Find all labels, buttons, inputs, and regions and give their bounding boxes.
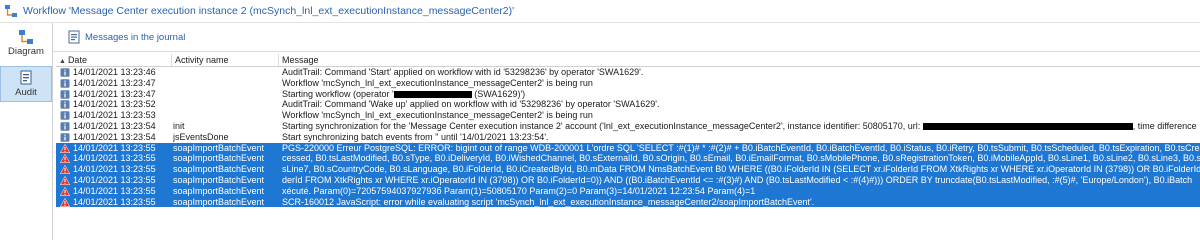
row-message: sLine7, B0.sCountryCode, B0.sLanguage, B… (282, 164, 1200, 175)
nav-audit-button[interactable]: Audit (0, 66, 52, 102)
nav-diagram-button[interactable]: Diagram (0, 26, 52, 62)
left-nav: Diagram Audit (0, 23, 53, 240)
table-row-error[interactable]: 14/01/2021 13:23:55 soapImportBatchEvent S… (56, 196, 1200, 208)
journal-icon[interactable] (67, 30, 81, 44)
row-activity: jsEventsDone (173, 131, 229, 142)
row-date: 14/01/2021 13:23:54 (73, 131, 156, 142)
row-message: PGS-220000 Erreur PostgreSQL: ERROR: big… (282, 142, 1200, 153)
row-date: 14/01/2021 13:23:52 (73, 99, 156, 110)
workflow-icon (4, 4, 18, 18)
row-message: Starting synchronization for the 'Messag… (282, 121, 1200, 132)
row-message-part: , time difference (1132, 120, 1197, 131)
row-message: Start synchronizing batch events from ''… (282, 131, 549, 142)
table-row-error[interactable]: 14/01/2021 13:23:55 soapImportBatchEvent s… (56, 164, 1200, 175)
row-date: 14/01/2021 13:23:47 (73, 77, 156, 88)
table-row[interactable]: 14/01/2021 13:23:54 jsEventsDone Start syn… (56, 132, 1200, 143)
row-message: SCR-160012 JavaScript: error while evalu… (282, 196, 815, 207)
row-date: 14/01/2021 13:23:53 (73, 110, 156, 121)
row-message-part: Starting synchronization for the 'Messag… (282, 120, 923, 131)
error-icon (59, 164, 71, 175)
row-activity: soapImportBatchEvent (173, 153, 265, 164)
row-date: 14/01/2021 13:23:55 (73, 196, 156, 207)
row-message: xécuté. Param(0)=7205759403792793б Param… (282, 185, 756, 196)
table-row[interactable]: 14/01/2021 13:23:54 init Starting synchron… (56, 121, 1200, 132)
nav-diagram-label: Diagram (8, 46, 44, 57)
info-icon (60, 100, 70, 110)
row-date: 14/01/2021 13:23:47 (73, 88, 156, 99)
table-row[interactable]: 14/01/2021 13:23:52 AuditTrail: Command '… (56, 99, 1200, 110)
row-activity: soapImportBatchEvent (173, 185, 265, 196)
row-message: Workflow 'mcSynch_lnl_ext_executionInsta… (282, 110, 593, 121)
error-icon (59, 143, 71, 153)
table-row-error[interactable]: 14/01/2021 13:23:55 soapImportBatchEvent P… (56, 142, 1200, 154)
row-date: 14/01/2021 13:23:46 (73, 67, 156, 77)
window-titlebar: Workflow 'Message Center execution insta… (0, 0, 1200, 23)
column-header-date-label: Date (67, 55, 87, 65)
info-icon (60, 122, 70, 131)
row-message: derId FROM XtkRights xr WHERE xr.iOperat… (282, 174, 1193, 185)
info-icon (60, 89, 70, 99)
column-header-activity[interactable]: Activity name (171, 54, 279, 66)
audit-grid: ▲ Date Activity name Message 14/01/2021 1… (56, 54, 1200, 240)
row-date: 14/01/2021 13:23:55 (73, 142, 156, 153)
audit-icon (18, 70, 34, 86)
info-icon (60, 79, 70, 88)
table-row[interactable]: 14/01/2021 13:23:46 AuditTrail: Command '… (56, 67, 1200, 78)
grid-header: ▲ Date Activity name Message (56, 54, 1200, 67)
sort-ascending-icon: ▲ (59, 58, 66, 65)
row-date: 14/01/2021 13:23:55 (73, 185, 156, 196)
row-date: 14/01/2021 13:23:55 (73, 153, 156, 164)
column-header-activity-label: Activity name (175, 55, 229, 65)
table-row-error[interactable]: 14/01/2021 13:23:55 soapImportBatchEvent c… (56, 153, 1200, 165)
table-row-error[interactable]: 14/01/2021 13:23:55 soapImportBatchEvent x… (56, 185, 1200, 197)
row-activity: soapImportBatchEvent (173, 196, 265, 207)
table-row-error[interactable]: 14/01/2021 13:23:55 soapImportBatchEvent d… (56, 174, 1200, 186)
table-row[interactable]: 14/01/2021 13:23:47 Starting workflow (op… (56, 89, 1200, 100)
row-activity: soapImportBatchEvent (173, 174, 265, 185)
row-message-part: Starting workflow (operator ' (282, 88, 394, 99)
row-message: Starting workflow (operator ' (SWA1629)'… (282, 89, 1200, 100)
error-icon (59, 154, 71, 164)
toolbar: Messages in the journal (53, 23, 1200, 52)
row-date: 14/01/2021 13:23:55 (73, 164, 156, 175)
column-header-message[interactable]: Message (278, 54, 1200, 66)
error-icon (59, 197, 71, 207)
error-icon (59, 175, 71, 185)
window-title: Workflow 'Message Center execution insta… (23, 5, 515, 17)
table-row[interactable]: 14/01/2021 13:23:47 Workflow 'mcSynch_lnl… (56, 78, 1200, 89)
error-icon (59, 186, 71, 196)
row-message: AuditTrail: Command 'Start' applied on w… (282, 67, 644, 77)
info-icon (60, 68, 70, 77)
messages-in-journal-link[interactable]: Messages in the journal (85, 32, 185, 43)
row-message: Workflow 'mcSynch_lnl_ext_executionInsta… (282, 77, 593, 88)
row-date: 14/01/2021 13:23:55 (73, 174, 156, 185)
info-icon (60, 133, 70, 142)
row-activity: init (173, 120, 185, 131)
grid-body: 14/01/2021 13:23:46 AuditTrail: Command '… (56, 67, 1200, 208)
row-activity: soapImportBatchEvent (173, 164, 265, 175)
column-header-message-label: Message (282, 55, 319, 65)
diagram-icon (18, 29, 34, 45)
nav-audit-label: Audit (15, 87, 37, 98)
table-row[interactable]: 14/01/2021 13:23:53 Workflow 'mcSynch_lnl… (56, 110, 1200, 121)
redacted-block (393, 90, 472, 98)
row-message: AuditTrail: Command 'Wake up' applied on… (282, 99, 660, 110)
row-message: cessed, B0.tsLastModified, B0.sType, B0.… (282, 153, 1200, 164)
row-message-part: (SWA1629)') (471, 88, 526, 99)
info-icon (60, 111, 70, 120)
redacted-block (922, 123, 1133, 131)
column-header-date[interactable]: ▲ Date (56, 54, 171, 66)
row-activity: soapImportBatchEvent (173, 142, 265, 153)
row-date: 14/01/2021 13:23:54 (73, 120, 156, 131)
